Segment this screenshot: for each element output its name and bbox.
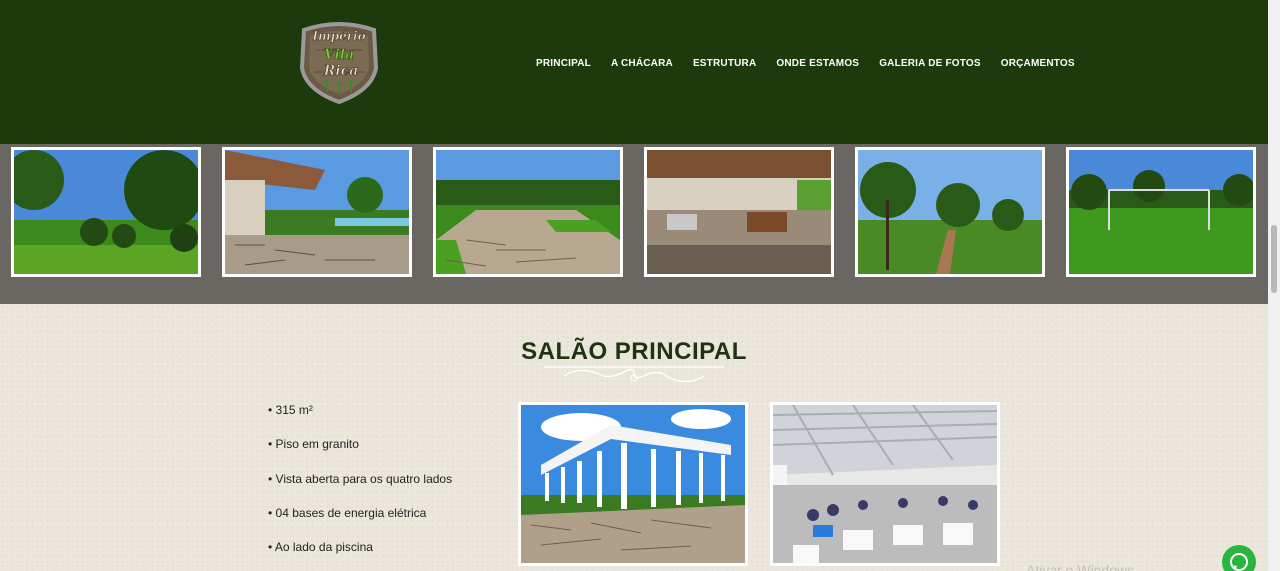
scrollbar-thumb[interactable] xyxy=(1271,225,1277,293)
nav-item-orcamentos[interactable]: ORÇAMENTOS xyxy=(1001,58,1075,69)
flourish-divider-icon xyxy=(544,366,724,383)
feature-item-power: 04 bases de energia elétrica xyxy=(268,505,452,539)
gallery-photo-trees-lawn[interactable] xyxy=(11,147,201,277)
gallery-photo-soccer-field[interactable] xyxy=(1066,147,1256,277)
photo-gallery-strip xyxy=(0,144,1268,304)
nav-item-galeria-de-fotos[interactable]: GALERIA DE FOTOS xyxy=(879,58,981,69)
section-title-bold: PRINCIPAL xyxy=(614,338,747,365)
logo-text-imperio: Império xyxy=(311,29,365,43)
nav-item-onde-estamos[interactable]: ONDE ESTAMOS xyxy=(776,58,859,69)
gallery-photo-stone-pathway[interactable] xyxy=(433,147,623,277)
salao-interior-photo[interactable] xyxy=(770,402,1000,566)
feature-item-floor: Piso em granito xyxy=(268,436,452,470)
salao-principal-section: SALÃO PRINCIPAL 315 m² Piso em granito V… xyxy=(0,304,1268,571)
gallery-photo-covered-kitchen[interactable] xyxy=(644,147,834,277)
site-header: Império Vila Rica PRINCIPAL A CHÁCARA ES… xyxy=(0,0,1268,144)
gallery-photo-gazebo-pool[interactable] xyxy=(222,147,412,277)
nav-item-principal[interactable]: PRINCIPAL xyxy=(536,58,591,69)
logo-text-vila: Vila xyxy=(324,47,354,63)
feature-item-pool: Ao lado da piscina xyxy=(268,539,452,571)
salao-exterior-photo[interactable] xyxy=(518,402,748,566)
main-nav: PRINCIPAL A CHÁCARA ESTRUTURA ONDE ESTAM… xyxy=(536,58,1095,69)
whatsapp-icon[interactable] xyxy=(1222,545,1256,571)
windows-activation-watermark: Ativar o Windows xyxy=(1026,562,1135,571)
nav-item-a-chacara[interactable]: A CHÁCARA xyxy=(611,58,673,69)
features-list: 315 m² Piso em granito Vista aberta para… xyxy=(268,402,452,571)
feature-item-view: Vista aberta para os quatro lados xyxy=(268,471,453,505)
logo-text-rica: Rica xyxy=(323,63,359,79)
page-scrollbar[interactable] xyxy=(1268,0,1280,571)
gallery-photo-tree-lined-road[interactable] xyxy=(855,147,1045,277)
imperio-vila-rica-logo[interactable]: Império Vila Rica xyxy=(296,20,382,105)
feature-item-area: 315 m² xyxy=(268,402,452,436)
nav-item-estrutura[interactable]: ESTRUTURA xyxy=(693,58,756,69)
section-title-light: SALÃO xyxy=(521,338,608,365)
